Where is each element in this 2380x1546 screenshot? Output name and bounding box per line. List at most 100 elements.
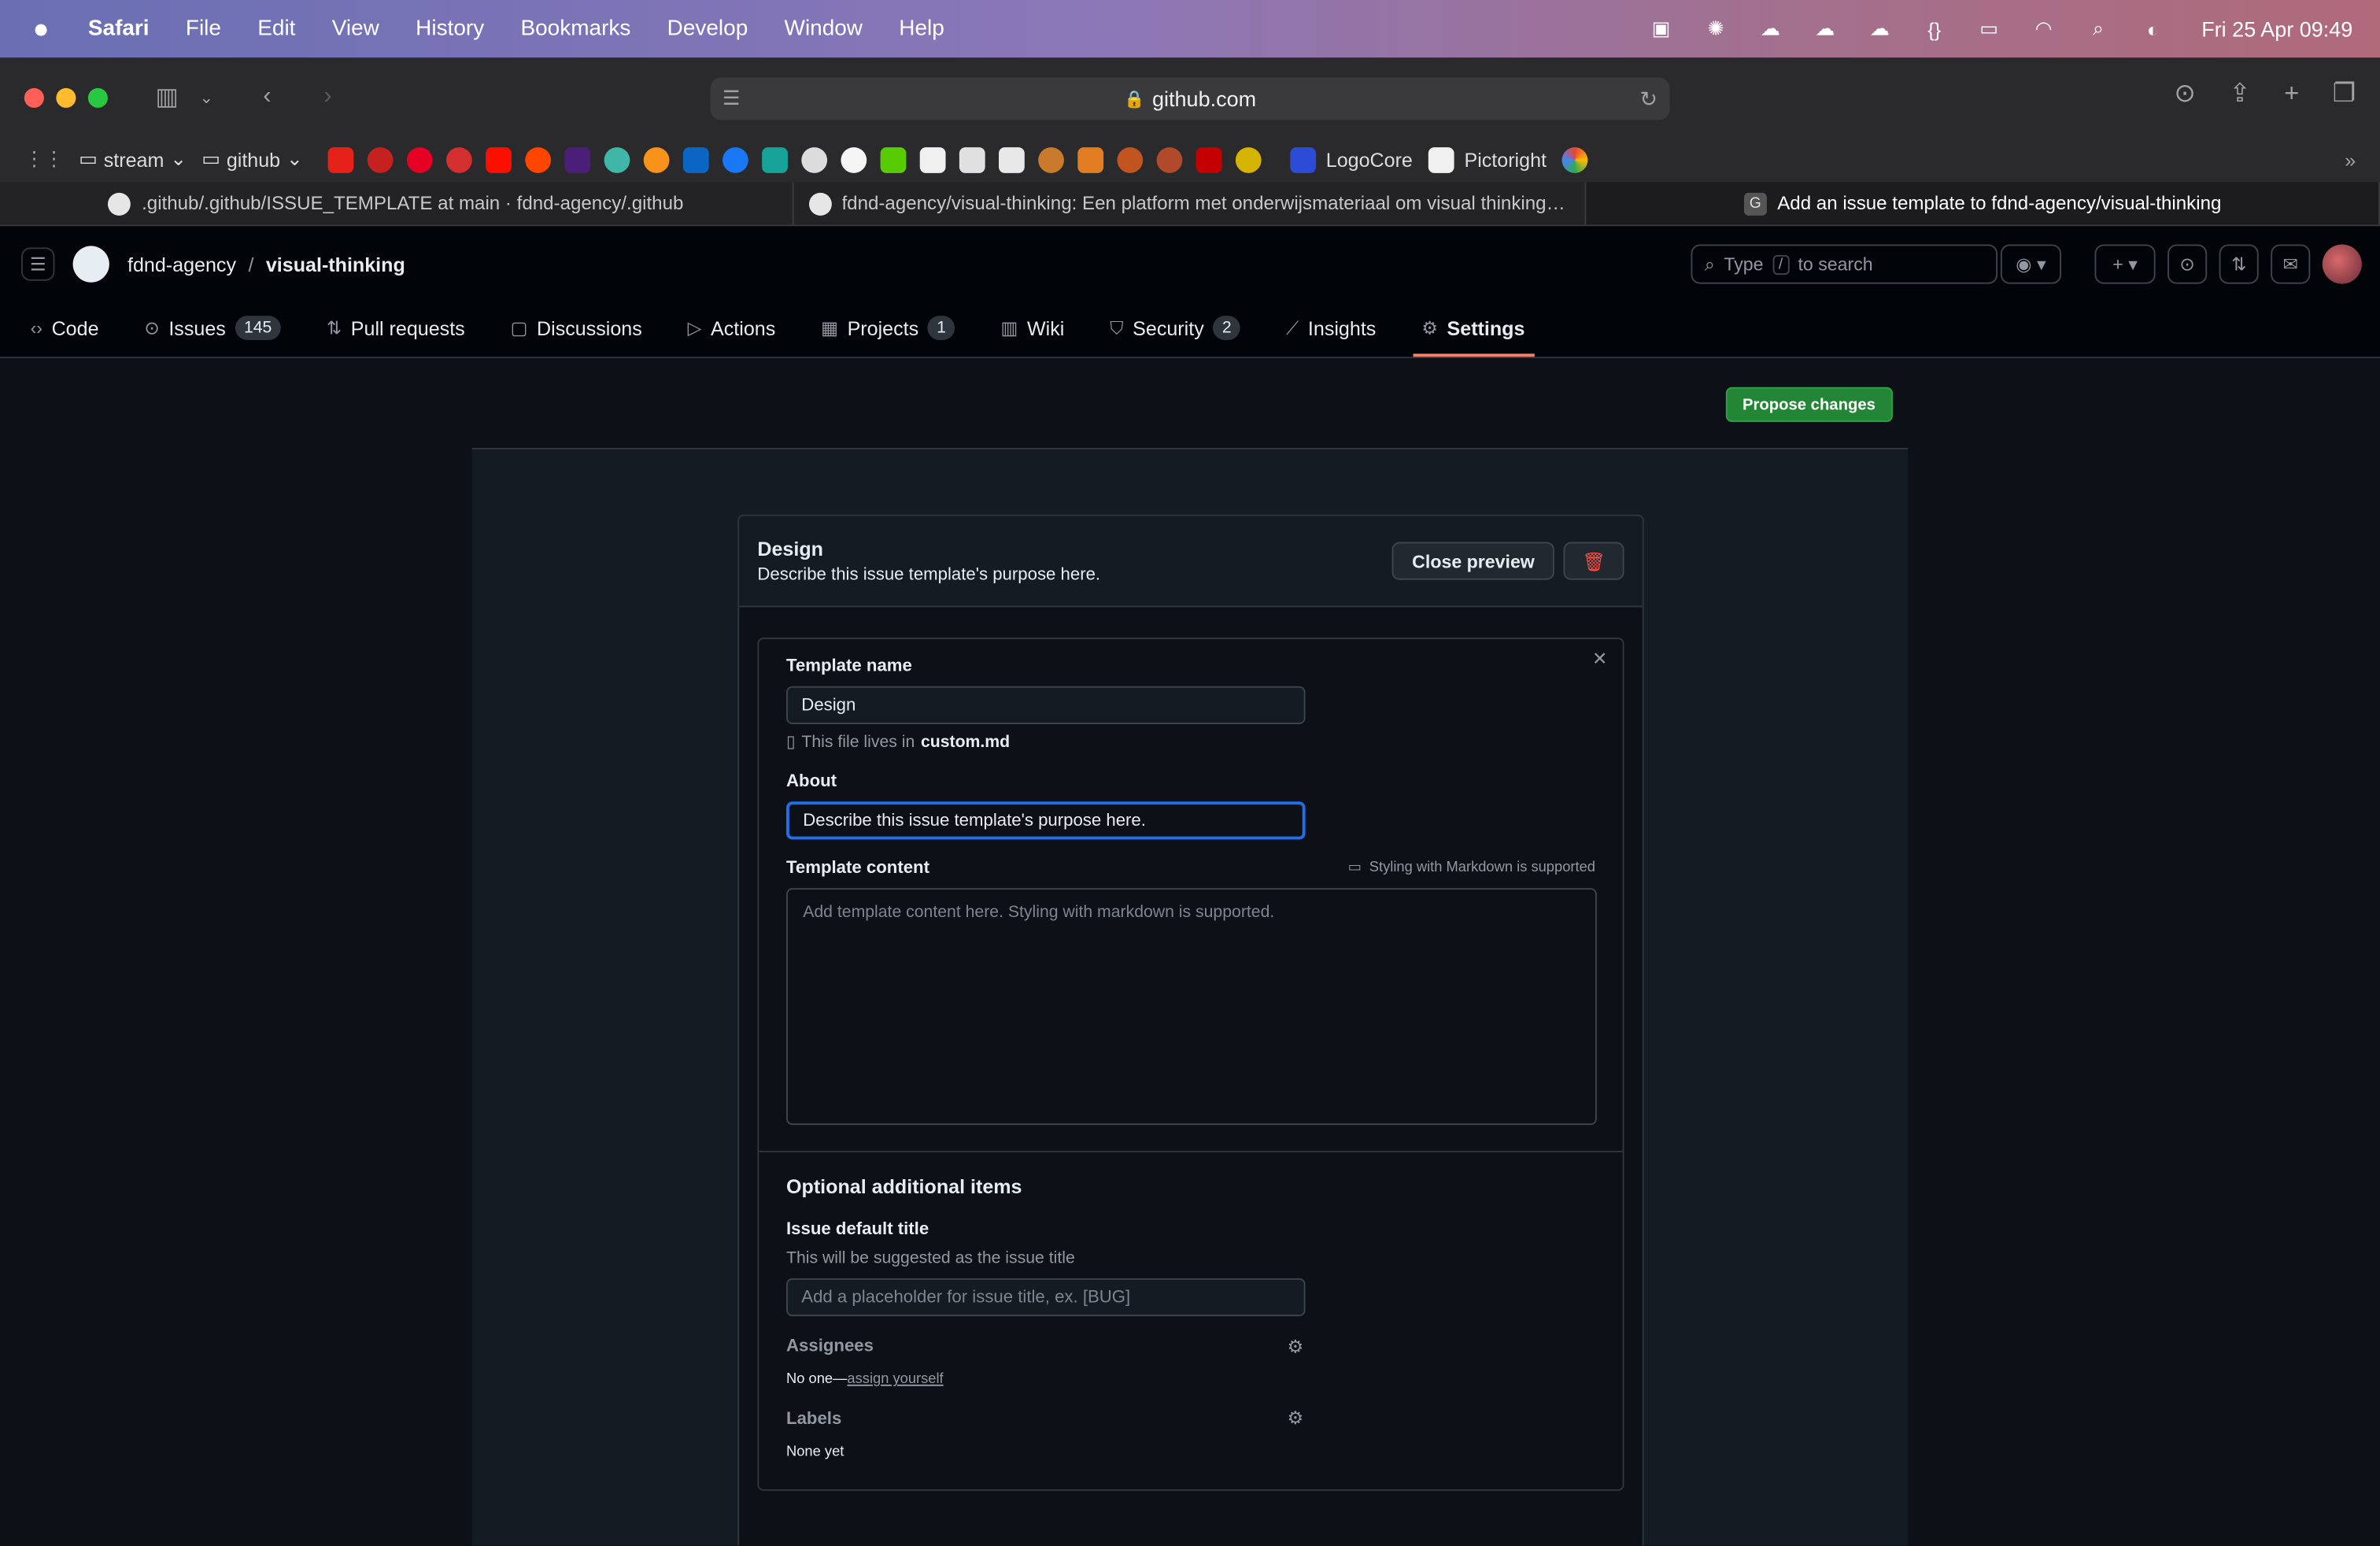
miro-icon[interactable] bbox=[564, 146, 590, 172]
bookmark-logocore[interactable]: LogoCore bbox=[1289, 146, 1413, 172]
gear-icon[interactable]: ⚙ bbox=[1287, 1407, 1303, 1429]
apple-menu-icon[interactable]: ● bbox=[28, 13, 55, 45]
menu-edit[interactable]: Edit bbox=[257, 17, 295, 41]
menu-view[interactable]: View bbox=[332, 17, 379, 41]
opera-icon[interactable] bbox=[445, 146, 471, 172]
gear-icon[interactable]: ⚙ bbox=[1287, 1336, 1303, 1357]
facebook-icon[interactable] bbox=[722, 146, 748, 172]
menu-develop[interactable]: Develop bbox=[667, 17, 748, 41]
breadcrumb-repo[interactable]: visual-thinking bbox=[266, 253, 405, 276]
menu-window[interactable]: Window bbox=[785, 17, 863, 41]
issues-icon[interactable]: ⊙ bbox=[2168, 244, 2208, 284]
template-name-input[interactable]: Design bbox=[786, 686, 1306, 724]
back-icon[interactable]: ‹ bbox=[250, 83, 283, 111]
bookmark-camera-icon[interactable] bbox=[918, 146, 945, 172]
chatgpt-icon[interactable]: ✺ bbox=[1701, 17, 1731, 39]
close-icon[interactable]: ✕ bbox=[1592, 649, 1607, 670]
tab-pull-requests[interactable]: ⇅ Pull requests bbox=[317, 302, 474, 357]
tab-discussions[interactable]: ▢ Discussions bbox=[501, 302, 651, 357]
tab-code[interactable]: ‹› Code bbox=[21, 302, 108, 357]
tab-insights[interactable]: ⟋ Insights bbox=[1277, 302, 1385, 357]
bookmark-folder-stream[interactable]: ▭ stream ⌄ bbox=[79, 147, 187, 172]
tab-wiki[interactable]: ▥ Wiki bbox=[992, 302, 1074, 357]
chevron-down-icon[interactable]: ⌄ bbox=[190, 87, 223, 107]
chevron-right-double-icon[interactable]: » bbox=[2345, 148, 2356, 171]
delete-template-button[interactable]: 🗑 bbox=[1563, 542, 1624, 580]
inbox-icon[interactable]: ✉ bbox=[2271, 244, 2311, 284]
share-icon[interactable]: ⇪ bbox=[2229, 79, 2250, 109]
bookmark-pictoright[interactable]: Pictoright bbox=[1428, 146, 1547, 172]
tab-projects[interactable]: ▦ Projects 1 bbox=[812, 302, 965, 357]
bookmark-checker-icon[interactable] bbox=[959, 146, 985, 172]
assign-yourself-link[interactable]: assign yourself bbox=[847, 1371, 943, 1388]
copilot-button[interactable]: ◉ ▾ bbox=[2000, 244, 2062, 284]
teams-icon[interactable]: ▣ bbox=[1646, 17, 1676, 39]
menu-history[interactable]: History bbox=[416, 17, 484, 41]
linkedin-icon[interactable] bbox=[682, 146, 708, 172]
tab-security[interactable]: ⛉ Security 2 bbox=[1101, 302, 1250, 357]
menu-file[interactable]: File bbox=[186, 17, 221, 41]
onedrive-icon[interactable]: ☁ bbox=[1864, 17, 1895, 39]
duolingo-icon[interactable] bbox=[879, 146, 906, 172]
bookmark-red-orange-icon[interactable] bbox=[1116, 146, 1143, 172]
close-window-button[interactable] bbox=[24, 87, 44, 107]
forward-icon[interactable]: › bbox=[311, 83, 344, 111]
bookmark-cubes-icon[interactable] bbox=[1077, 146, 1103, 172]
bookmark-orange-icon[interactable] bbox=[642, 146, 669, 172]
address-bar[interactable]: ☰ 🔒 github.com ↻ bbox=[710, 77, 1670, 120]
adobe-icon[interactable] bbox=[485, 146, 512, 172]
menu-help[interactable]: Help bbox=[899, 17, 944, 41]
icloud-icon[interactable]: ☁ bbox=[1810, 17, 1841, 39]
sidebar-toggle-icon[interactable]: ▥ bbox=[150, 82, 183, 113]
gmail-icon[interactable] bbox=[366, 146, 393, 172]
hamburger-menu-icon[interactable]: ☰ bbox=[21, 247, 55, 281]
default-title-input[interactable]: Add a placeholder for issue title, ex. [… bbox=[786, 1278, 1306, 1317]
close-preview-button[interactable]: Close preview bbox=[1392, 542, 1554, 580]
zoom-window-button[interactable] bbox=[87, 87, 108, 107]
spotlight-search-icon[interactable]: ⌕ bbox=[2083, 17, 2114, 39]
bookmark-folder-github[interactable]: ▭ github ⌄ bbox=[201, 147, 302, 172]
apps-grid-icon[interactable]: ⋮⋮ bbox=[24, 147, 64, 172]
new-tab-icon[interactable]: + bbox=[2284, 79, 2299, 109]
downloads-icon[interactable]: ⊙ bbox=[2174, 79, 2195, 109]
wifi-icon[interactable]: ◠ bbox=[2028, 17, 2059, 39]
minimize-window-button[interactable] bbox=[56, 87, 76, 107]
braces-icon[interactable]: {} bbox=[1919, 17, 1949, 40]
bookmark-v-icon[interactable] bbox=[1195, 146, 1221, 172]
breadcrumb-owner[interactable]: fdnd-agency bbox=[128, 253, 236, 276]
menu-app-name[interactable]: Safari bbox=[88, 17, 150, 41]
reddit-icon[interactable] bbox=[524, 146, 551, 172]
tab-settings[interactable]: ⚙ Settings bbox=[1412, 302, 1535, 357]
bookmark-brown-icon[interactable] bbox=[1037, 146, 1064, 172]
tab-visual-thinking[interactable]: fdnd-agency/visual-thinking: Een platfor… bbox=[793, 182, 1587, 225]
control-center-icon[interactable]: ◐ bbox=[2138, 17, 2168, 40]
creative-cloud-icon[interactable]: ☁ bbox=[1755, 17, 1786, 39]
tab-add-issue-template[interactable]: G Add an issue template to fdnd-agency/vi… bbox=[1587, 182, 2380, 225]
propose-changes-button[interactable]: Propose changes bbox=[1725, 386, 1893, 423]
tab-issues[interactable]: ⊙ Issues 145 bbox=[135, 302, 290, 357]
search-input[interactable]: ⌕ Type / to search bbox=[1691, 244, 1998, 284]
template-content-textarea[interactable]: Add template content here. Styling with … bbox=[786, 888, 1597, 1126]
github-logo-icon[interactable] bbox=[72, 246, 109, 283]
bookmark-u-icon[interactable] bbox=[1235, 146, 1261, 172]
openai-icon[interactable] bbox=[800, 146, 827, 172]
bookmark-teal-icon[interactable] bbox=[603, 146, 630, 172]
page-menu-icon[interactable]: ☰ bbox=[722, 87, 740, 111]
reload-icon[interactable]: ↻ bbox=[1639, 86, 1658, 112]
pinterest-icon[interactable] bbox=[406, 146, 432, 172]
battery-icon[interactable]: ▭ bbox=[1974, 17, 2005, 39]
vimeo-icon[interactable] bbox=[761, 146, 788, 172]
about-input[interactable]: Describe this issue template's purpose h… bbox=[786, 801, 1306, 840]
create-new-button[interactable]: + ▾ bbox=[2094, 244, 2156, 284]
menu-bookmarks[interactable]: Bookmarks bbox=[520, 17, 630, 41]
menubar-clock[interactable]: Fri 25 Apr 09:49 bbox=[2201, 17, 2352, 41]
avatar[interactable] bbox=[2322, 244, 2362, 284]
tab-issue-template[interactable]: .github/.github/ISSUE_TEMPLATE at main ·… bbox=[0, 182, 794, 225]
google-photos-icon[interactable] bbox=[1561, 146, 1588, 172]
tab-overview-icon[interactable]: ❐ bbox=[2333, 79, 2356, 109]
bookmark-we-icon[interactable] bbox=[998, 146, 1024, 172]
tab-actions[interactable]: ▷ Actions bbox=[678, 302, 785, 357]
pull-requests-icon[interactable]: ⇅ bbox=[2219, 244, 2259, 284]
upwork-icon[interactable] bbox=[840, 146, 867, 172]
youtube-icon[interactable] bbox=[327, 146, 353, 172]
